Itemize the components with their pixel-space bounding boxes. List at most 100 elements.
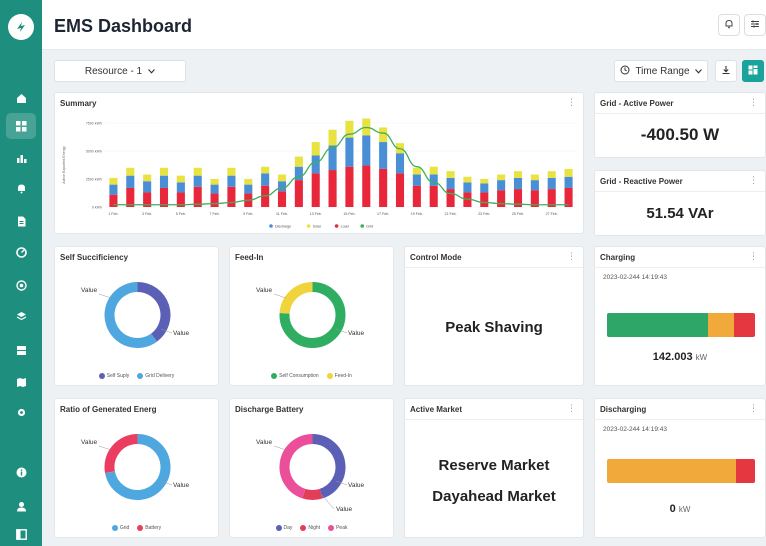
charging-value-number: 142.003 — [652, 351, 693, 363]
summary-bar-discharge — [193, 175, 202, 187]
charging-menu-icon[interactable]: ⋮ — [749, 252, 758, 261]
dashboard-grid-icon[interactable] — [6, 113, 36, 139]
self-sufficiency-legend: Self Suply Grid Delivery — [55, 373, 218, 379]
download-icon — [721, 62, 731, 80]
summary-bar-solar — [480, 179, 489, 184]
control-mode-value: Peak Shaving — [445, 319, 543, 336]
discharging-bar-segment — [607, 459, 736, 483]
summary-bar-load — [446, 189, 455, 207]
summary-bar-discharge — [412, 174, 421, 186]
bar-chart-icon[interactable] — [11, 148, 31, 168]
self_sufficiency-legend-item[interactable]: Self Suply — [98, 373, 130, 379]
self-sufficiency-donut: Value Value — [81, 282, 190, 348]
control-mode-card: Control Mode ⋮ Peak Shaving — [404, 246, 584, 386]
summary-legend-dot — [269, 224, 273, 228]
summary-bar-discharge — [446, 177, 455, 190]
time-range-select[interactable]: Time Range — [614, 60, 708, 82]
discharge_battery-leader — [273, 445, 287, 451]
discharge_battery-legend-item[interactable]: Night — [300, 525, 320, 531]
layout-grid-button[interactable] — [742, 60, 764, 82]
summary-bar-load — [227, 186, 236, 207]
legend-dot — [328, 525, 335, 531]
summary-bar-discharge — [210, 184, 219, 194]
self_sufficiency-slice — [137, 282, 171, 342]
discharging-menu-icon[interactable]: ⋮ — [749, 404, 758, 413]
layers-icon[interactable] — [11, 306, 31, 326]
discharge-battery-legend: Day Night Peak — [230, 525, 393, 531]
discharging-value-unit: kW — [678, 505, 691, 514]
legend-label: Self Suply — [106, 373, 130, 379]
summary-bar-solar — [159, 167, 169, 176]
legend-label: Peak — [336, 525, 348, 531]
summary-bar-discharge — [547, 177, 556, 190]
grid-reactive-menu-icon[interactable]: ⋮ — [749, 176, 758, 185]
active-market-line1: Reserve Market — [438, 457, 550, 474]
legend-dot — [137, 525, 144, 531]
grid-reactive-power-title: Grid - Reactive Power — [600, 177, 683, 186]
summary-bar-load — [429, 185, 438, 207]
summary-x-tick: 5 Feb. — [176, 212, 186, 216]
home-icon[interactable] — [11, 88, 31, 108]
charging-title: Charging — [600, 253, 636, 262]
notifications-button[interactable] — [718, 14, 740, 36]
feed_in-label-top: Value — [256, 287, 273, 294]
divider — [595, 419, 765, 420]
server-icon[interactable] — [11, 340, 31, 360]
summary-bar-solar — [227, 167, 236, 176]
discharge_battery-legend-item[interactable]: Peak — [328, 525, 348, 531]
discharging-card: Discharging ⋮ 2023-02-244 14:19:43 0 kW — [594, 398, 766, 538]
summary-bar-discharge — [379, 142, 388, 169]
logo-icon[interactable] — [8, 14, 34, 40]
bell-icon[interactable] — [11, 178, 31, 198]
summary-bar-load — [210, 193, 219, 207]
resource-select-label: Resource - 1 — [84, 65, 143, 77]
summary-bar-solar — [497, 174, 506, 181]
self_sufficiency-label-side: Value — [173, 330, 190, 337]
ratio_generated-legend-item[interactable]: Battery — [137, 525, 161, 531]
summary-bar-solar — [463, 176, 472, 183]
ratio_generated-legend-item[interactable]: Grid — [111, 525, 129, 531]
resource-select[interactable]: Resource - 1 — [54, 60, 186, 82]
target-icon[interactable] — [11, 275, 31, 295]
summary-bar-solar — [176, 175, 185, 183]
info-icon[interactable] — [11, 462, 31, 482]
summary-bar-load — [345, 166, 354, 207]
summary-bar-load — [362, 165, 371, 207]
sidebar-toggle-icon[interactable] — [11, 524, 31, 544]
legend-label: Grid Delivery — [145, 373, 175, 379]
summary-y-tick: 7500 kWh — [86, 122, 102, 126]
map-icon[interactable] — [11, 372, 31, 392]
settings-icon[interactable] — [11, 402, 31, 422]
gauge-icon[interactable] — [11, 242, 31, 262]
summary-bar-solar — [244, 179, 253, 185]
discharge_battery-legend-item[interactable]: Day — [275, 525, 292, 531]
grid-active-menu-icon[interactable]: ⋮ — [749, 98, 758, 107]
summary-bar-load — [412, 185, 421, 207]
user-icon[interactable] — [11, 496, 31, 516]
document-icon[interactable] — [11, 211, 31, 231]
feed_in-legend-item[interactable]: Self Consumption — [271, 373, 319, 379]
legend-dot — [137, 373, 144, 379]
active-market-menu-icon[interactable]: ⋮ — [567, 404, 576, 413]
discharge_battery-label-top: Value — [256, 439, 273, 446]
summary-bar-discharge — [429, 174, 438, 186]
summary-y-tick: 5000 kWh — [86, 150, 102, 154]
summary-legend-label: Solar — [313, 224, 322, 228]
summary-bar-solar — [513, 171, 523, 178]
filter-settings-button[interactable] — [744, 14, 766, 36]
summary-bar-solar — [126, 167, 135, 176]
ratio_generated-label-side: Value — [173, 482, 190, 489]
download-button[interactable] — [715, 60, 737, 82]
summary-bar-load — [277, 191, 287, 207]
control-mode-menu-icon[interactable]: ⋮ — [567, 252, 576, 261]
summary-bar-discharge — [395, 153, 405, 174]
sidebar — [0, 0, 42, 546]
self_sufficiency-legend-item[interactable]: Grid Delivery — [137, 373, 174, 379]
feed_in-legend-item[interactable]: Feed-In — [326, 373, 352, 379]
discharge-battery-donut: Value Value Value — [256, 434, 365, 513]
summary-x-tick: 15 Feb. — [343, 212, 355, 216]
summary-bar-discharge — [345, 137, 354, 167]
summary-x-tick: 19 Feb. — [411, 212, 423, 216]
clock-icon — [620, 65, 630, 78]
discharging-bar-segment — [735, 459, 755, 483]
